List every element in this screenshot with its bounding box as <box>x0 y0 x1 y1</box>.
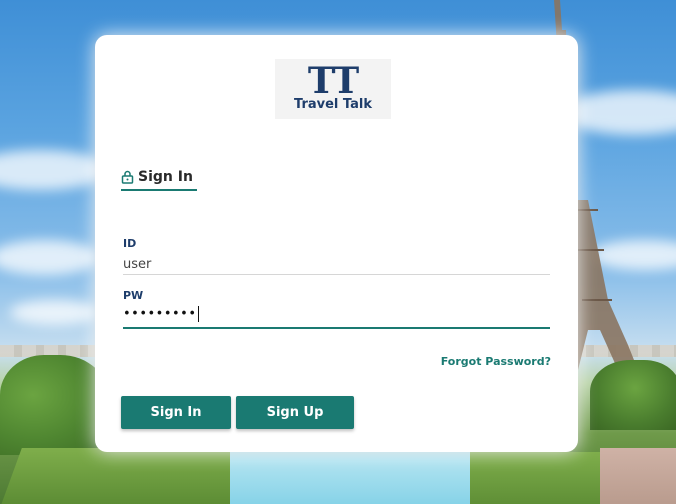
pw-label: PW <box>123 289 144 302</box>
cloud <box>0 240 100 275</box>
lawn <box>470 452 610 504</box>
forgot-password-link[interactable]: Forgot Password? <box>441 355 551 368</box>
trees <box>0 355 110 455</box>
cloud <box>10 300 100 325</box>
lock-icon <box>121 170 134 184</box>
sign-in-button[interactable]: Sign In <box>121 396 231 429</box>
logo-letters: TT <box>307 60 359 102</box>
travel-talk-logo: TT Travel Talk <box>275 59 391 119</box>
login-card: TT Travel Talk Sign In ID PW ••••••••• F… <box>95 35 578 452</box>
sign-up-button[interactable]: Sign Up <box>236 396 354 429</box>
fountain-pool <box>230 452 490 504</box>
password-field[interactable] <box>123 305 550 329</box>
id-field[interactable] <box>123 254 550 275</box>
tab-label: Sign In <box>138 169 193 185</box>
logo-name: Travel Talk <box>294 97 372 112</box>
cloud <box>0 150 110 190</box>
id-label: ID <box>123 237 137 250</box>
walkway <box>600 448 676 504</box>
tab-sign-in[interactable]: Sign In <box>121 165 197 191</box>
trees <box>590 360 676 430</box>
